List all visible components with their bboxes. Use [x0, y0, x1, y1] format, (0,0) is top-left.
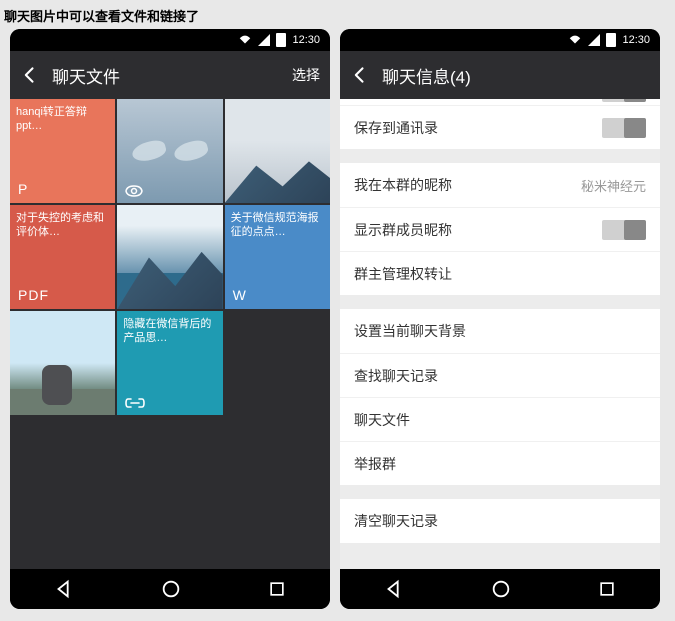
- row-label: 聊天文件: [354, 410, 646, 430]
- wifi-icon: [238, 34, 252, 46]
- files-grid: hanqi转正答辩ppt… P 对于失控的考虑和评价体… PDF: [10, 99, 330, 569]
- tile-badge: PDF: [18, 287, 49, 303]
- nav-back-icon[interactable]: [383, 578, 405, 600]
- signal-icon: [588, 34, 600, 46]
- image-tile[interactable]: [117, 99, 222, 203]
- tile-caption: 对于失控的考虑和评价体…: [16, 211, 109, 240]
- row-transfer-admin[interactable]: 群主管理权转让: [340, 251, 660, 295]
- link-icon: [125, 397, 145, 409]
- toggle-switch[interactable]: [602, 99, 646, 102]
- nav-home-icon[interactable]: [160, 578, 182, 600]
- file-tile-link[interactable]: 隐藏在微信背后的产品思…: [117, 311, 222, 415]
- row-label: 查找聊天记录: [354, 366, 646, 386]
- nav-recents-icon[interactable]: [267, 579, 287, 599]
- toggle-switch[interactable]: [602, 118, 646, 138]
- eye-icon: [125, 185, 143, 197]
- row-my-nickname[interactable]: 我在本群的昵称 秘米神经元: [340, 163, 660, 207]
- toggle-switch[interactable]: [602, 220, 646, 240]
- file-tile-word[interactable]: 关于微信规范海报征的点点… W: [225, 205, 330, 309]
- row-clear-history[interactable]: 清空聊天记录: [340, 499, 660, 543]
- nav-home-icon[interactable]: [490, 578, 512, 600]
- statusbar: 12:30: [10, 29, 330, 51]
- statusbar: 12:30: [340, 29, 660, 51]
- image-tile[interactable]: [10, 311, 115, 415]
- row-label: 保存到通讯录: [354, 118, 602, 138]
- row-chat-files[interactable]: 聊天文件: [340, 397, 660, 441]
- image-tile[interactable]: [117, 205, 222, 309]
- row-set-background[interactable]: 设置当前聊天背景: [340, 309, 660, 353]
- row-save-contacts[interactable]: 保存到通讯录: [340, 105, 660, 149]
- row-label: 群主管理权转让: [354, 264, 646, 284]
- row-search-history[interactable]: 查找聊天记录: [340, 353, 660, 397]
- tile-caption: 关于微信规范海报征的点点…: [231, 211, 324, 240]
- tile-caption: hanqi转正答辩ppt…: [16, 105, 109, 134]
- file-tile-ppt[interactable]: hanqi转正答辩ppt… P: [10, 99, 115, 203]
- back-icon[interactable]: [20, 65, 40, 85]
- tile-badge: W: [233, 287, 247, 303]
- phone-right: 12:30 聊天信息(4) 保存到通讯录 我在本群的昵称 秘米神经元: [340, 29, 660, 609]
- row-label: 设置当前聊天背景: [354, 321, 646, 341]
- signal-icon: [258, 34, 270, 46]
- appbar-left: 聊天文件 选择: [10, 51, 330, 99]
- tile-badge: P: [18, 181, 28, 197]
- navbar: [10, 569, 330, 609]
- battery-icon: [606, 33, 616, 47]
- select-button[interactable]: 选择: [292, 65, 320, 85]
- nav-back-icon[interactable]: [53, 578, 75, 600]
- appbar-title: 聊天信息(4): [382, 63, 650, 88]
- battery-icon: [276, 33, 286, 47]
- page-caption: 聊天图片中可以查看文件和链接了: [0, 0, 675, 29]
- back-icon[interactable]: [350, 65, 370, 85]
- row-report-group[interactable]: 举报群: [340, 441, 660, 485]
- wifi-icon: [568, 34, 582, 46]
- row-label: 清空聊天记录: [354, 511, 646, 531]
- phone-left: 12:30 聊天文件 选择 hanqi转正答辩ppt… P: [10, 29, 330, 609]
- empty-tile: [225, 311, 330, 415]
- row-value: 秘米神经元: [581, 176, 646, 195]
- row-label: 举报群: [354, 454, 646, 474]
- navbar: [340, 569, 660, 609]
- row-label: 我在本群的昵称: [354, 175, 581, 195]
- nav-recents-icon[interactable]: [597, 579, 617, 599]
- status-time: 12:30: [292, 34, 320, 46]
- tile-caption: 隐藏在微信背后的产品思…: [123, 317, 216, 346]
- row-show-nickname[interactable]: 显示群成员昵称: [340, 207, 660, 251]
- file-tile-pdf[interactable]: 对于失控的考虑和评价体… PDF: [10, 205, 115, 309]
- appbar-title: 聊天文件: [52, 63, 292, 88]
- image-tile[interactable]: [225, 99, 330, 203]
- status-time: 12:30: [622, 34, 650, 46]
- settings-list: 保存到通讯录 我在本群的昵称 秘米神经元 显示群成员昵称 群主管理权转让: [340, 99, 660, 569]
- appbar-right: 聊天信息(4): [340, 51, 660, 99]
- row-label: 显示群成员昵称: [354, 220, 602, 240]
